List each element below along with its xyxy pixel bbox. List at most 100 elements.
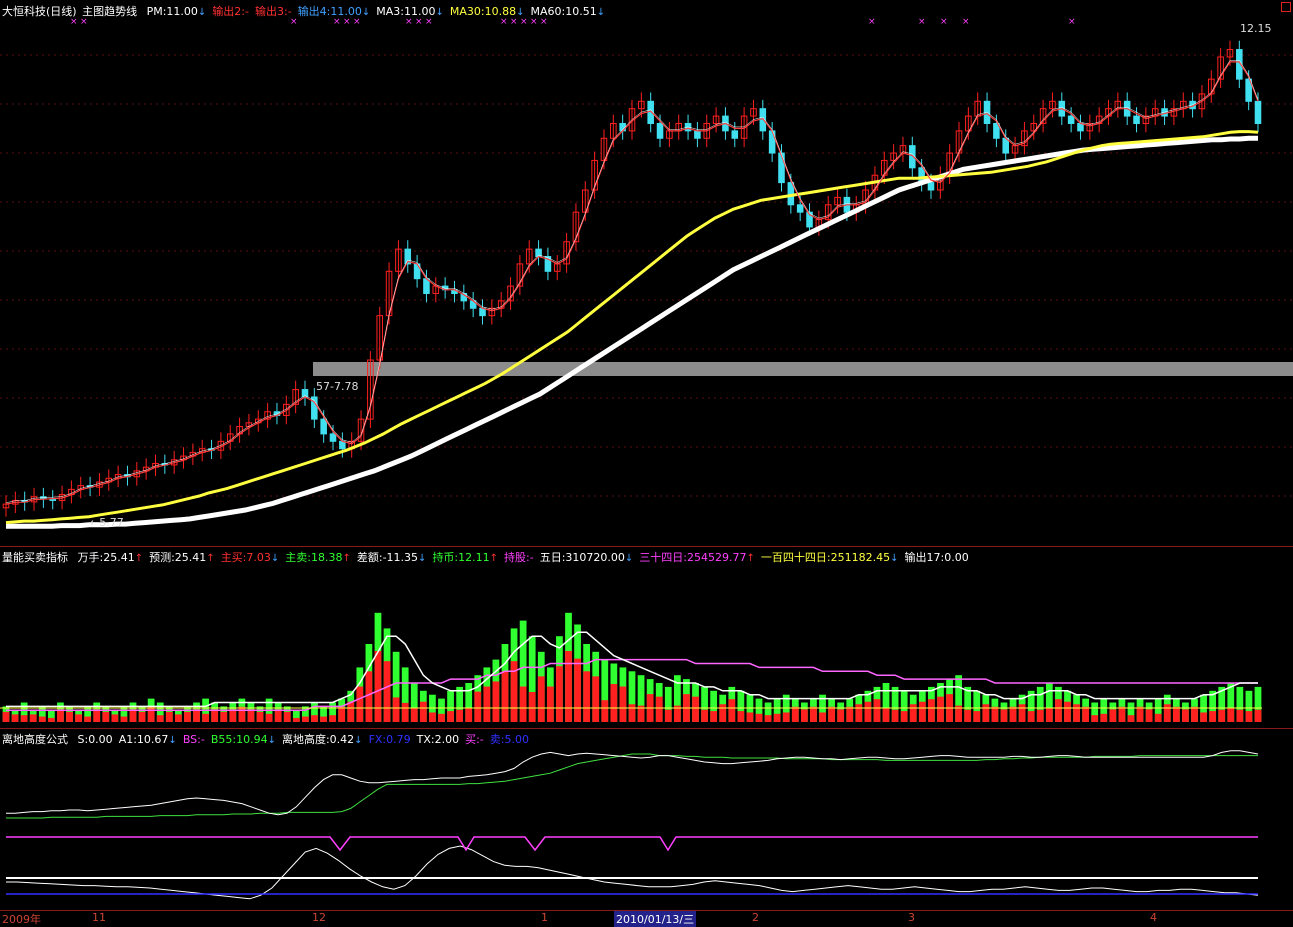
volume-bar-buy: [1182, 709, 1189, 722]
volume-bar-buy: [438, 713, 445, 722]
volume-bar-buy: [810, 706, 817, 722]
volume-item: 主卖:18.38↑: [285, 551, 351, 564]
volume-bar-buy: [456, 709, 464, 722]
main-item: PM:11.00↓: [147, 5, 207, 18]
volume-bar-buy: [38, 716, 46, 722]
volume-bar-buy: [1154, 713, 1162, 722]
indicator-item: 离地高度:0.42↓: [282, 733, 363, 746]
volume-bar-buy: [229, 709, 237, 722]
candle-body: [927, 182, 935, 191]
volume-bar-buy: [782, 712, 790, 722]
main-item-text: PM:11.00: [146, 5, 198, 18]
volume-bar-buy: [655, 696, 663, 722]
volume-bar-buy: [365, 671, 373, 722]
volume-bar-buy: [220, 711, 228, 722]
indicator-chart-header: 离地高度公式 S:0.00 A1:10.67↓ BS:- B55:10.94↓ 离地高度…: [2, 731, 535, 747]
volume-item: 持币:12.11↑: [432, 551, 498, 564]
signal-marker: ×: [918, 17, 926, 27]
volume-bar-buy: [982, 704, 990, 722]
volume-bar-buy: [864, 701, 872, 722]
volume-bar-buy: [837, 709, 845, 722]
volume-bar-buy: [791, 706, 799, 722]
ma60-line: [6, 135, 1258, 529]
volume-bar-buy: [156, 715, 164, 722]
indicator-name: 主图趋势线: [82, 5, 138, 18]
high-price-label: 12.15: [1240, 22, 1272, 35]
volume-bar-buy: [710, 711, 718, 722]
volume-bar-buy: [1009, 706, 1017, 722]
price-chart-svg[interactable]: × × × × × × × × × × × × × × × × × × ×: [0, 0, 1293, 546]
volume-item: 持股:-: [504, 551, 534, 564]
arrow-up-icon: ↑: [489, 553, 499, 564]
candle-body: [796, 204, 804, 213]
volume-bar-buy: [47, 717, 55, 722]
volume-bar-buy: [764, 715, 772, 722]
indicator-chart-svg[interactable]: [0, 728, 1293, 910]
volume-title: 量能买卖指标: [2, 551, 68, 564]
price-chart-pane[interactable]: × × × × × × × × × × × × × × × × × × × 大恒科技(日线) 主图趋势线 PM:11…: [0, 0, 1293, 546]
date-label: 4: [1150, 911, 1157, 924]
volume-bar-buy: [274, 709, 282, 722]
volume-bar-buy: [1236, 709, 1244, 722]
volume-bar-buy: [583, 671, 591, 722]
volume-item-text: 持币:12.11: [432, 551, 490, 564]
arrow-up-icon: ↑: [134, 553, 144, 564]
date-label: 12: [312, 911, 326, 924]
indicator-title: 离地高度公式: [2, 733, 68, 746]
volume-bar-buy: [1127, 715, 1135, 722]
indicator-item: A1:10.67↓: [119, 733, 177, 746]
volume-bar-buy: [537, 676, 545, 722]
volume-chart-svg[interactable]: [0, 546, 1293, 728]
volume-bar-buy: [855, 704, 863, 722]
main-item: 输出4:11.00↓: [298, 5, 371, 18]
volume-bar-buy: [1172, 706, 1180, 722]
arrow-down-icon: ↓: [168, 735, 177, 746]
volume-bar-buy: [29, 714, 37, 722]
volume-bar-buy: [474, 691, 482, 722]
date-label: 1: [541, 911, 548, 924]
volume-bar-buy: [465, 708, 473, 722]
volume-bar-buy: [247, 709, 255, 722]
indicator-item: TX:2.00: [417, 733, 459, 746]
indicator-chart-pane[interactable]: 离地高度公式 S:0.00 A1:10.67↓ BS:- B55:10.94↓ 离地高度…: [0, 728, 1293, 910]
main-item-text: 输出3:-: [255, 5, 292, 18]
volume-bar-buy: [93, 709, 101, 722]
volume-bar-buy: [211, 709, 219, 722]
candle-body: [1067, 115, 1075, 124]
volume-bar-buy: [501, 671, 509, 722]
volume-bar-buy: [828, 706, 835, 722]
indicator-item: 买:-: [465, 733, 484, 746]
arrow-down-icon: ↓: [267, 735, 276, 746]
arrow-up-icon: ↑: [342, 553, 351, 564]
volume-bar-buy: [1073, 704, 1080, 722]
volume-bar-buy: [265, 713, 273, 722]
volume-bar-buy: [528, 691, 536, 722]
volume-bar-buy: [202, 713, 209, 722]
volume-bar-buy: [11, 714, 19, 722]
volume-bar-buy: [800, 709, 808, 722]
signal-marker: ×: [962, 17, 970, 27]
volume-bar-buy: [184, 711, 191, 722]
volume-bar-buy: [84, 716, 92, 722]
volume-bar-buy: [610, 683, 618, 722]
height-line: [6, 845, 1259, 900]
volume-bar-buy: [392, 697, 400, 722]
volume-item-text: 预测:25.41: [149, 551, 207, 564]
close-pane-button[interactable]: [1281, 2, 1291, 12]
volume-bar-buy: [1200, 712, 1207, 722]
volume-bar-buy: [401, 702, 409, 722]
bs-line: [6, 836, 1258, 852]
volume-chart-pane[interactable]: 量能买卖指标 万手:25.41↑ 预测:25.41↑ 主买:7.03↓ 主卖:18.3…: [0, 546, 1293, 728]
indicator-item-text: B55:10.94: [210, 733, 268, 746]
volume-bar-buy: [75, 714, 82, 722]
volume-bar-buy: [483, 686, 491, 722]
volume-bar-buy: [1000, 709, 1008, 722]
arrow-down-icon: ↓: [516, 7, 525, 18]
volume-bar-buy: [138, 711, 146, 722]
volume-bar-buy: [928, 699, 935, 722]
indicator-item-text: S:0.00: [77, 733, 113, 746]
candle-body: [1133, 115, 1140, 124]
volume-bar-buy: [256, 711, 264, 722]
indicator-item-text: BS:-: [182, 733, 205, 746]
candle-body: [694, 130, 701, 139]
